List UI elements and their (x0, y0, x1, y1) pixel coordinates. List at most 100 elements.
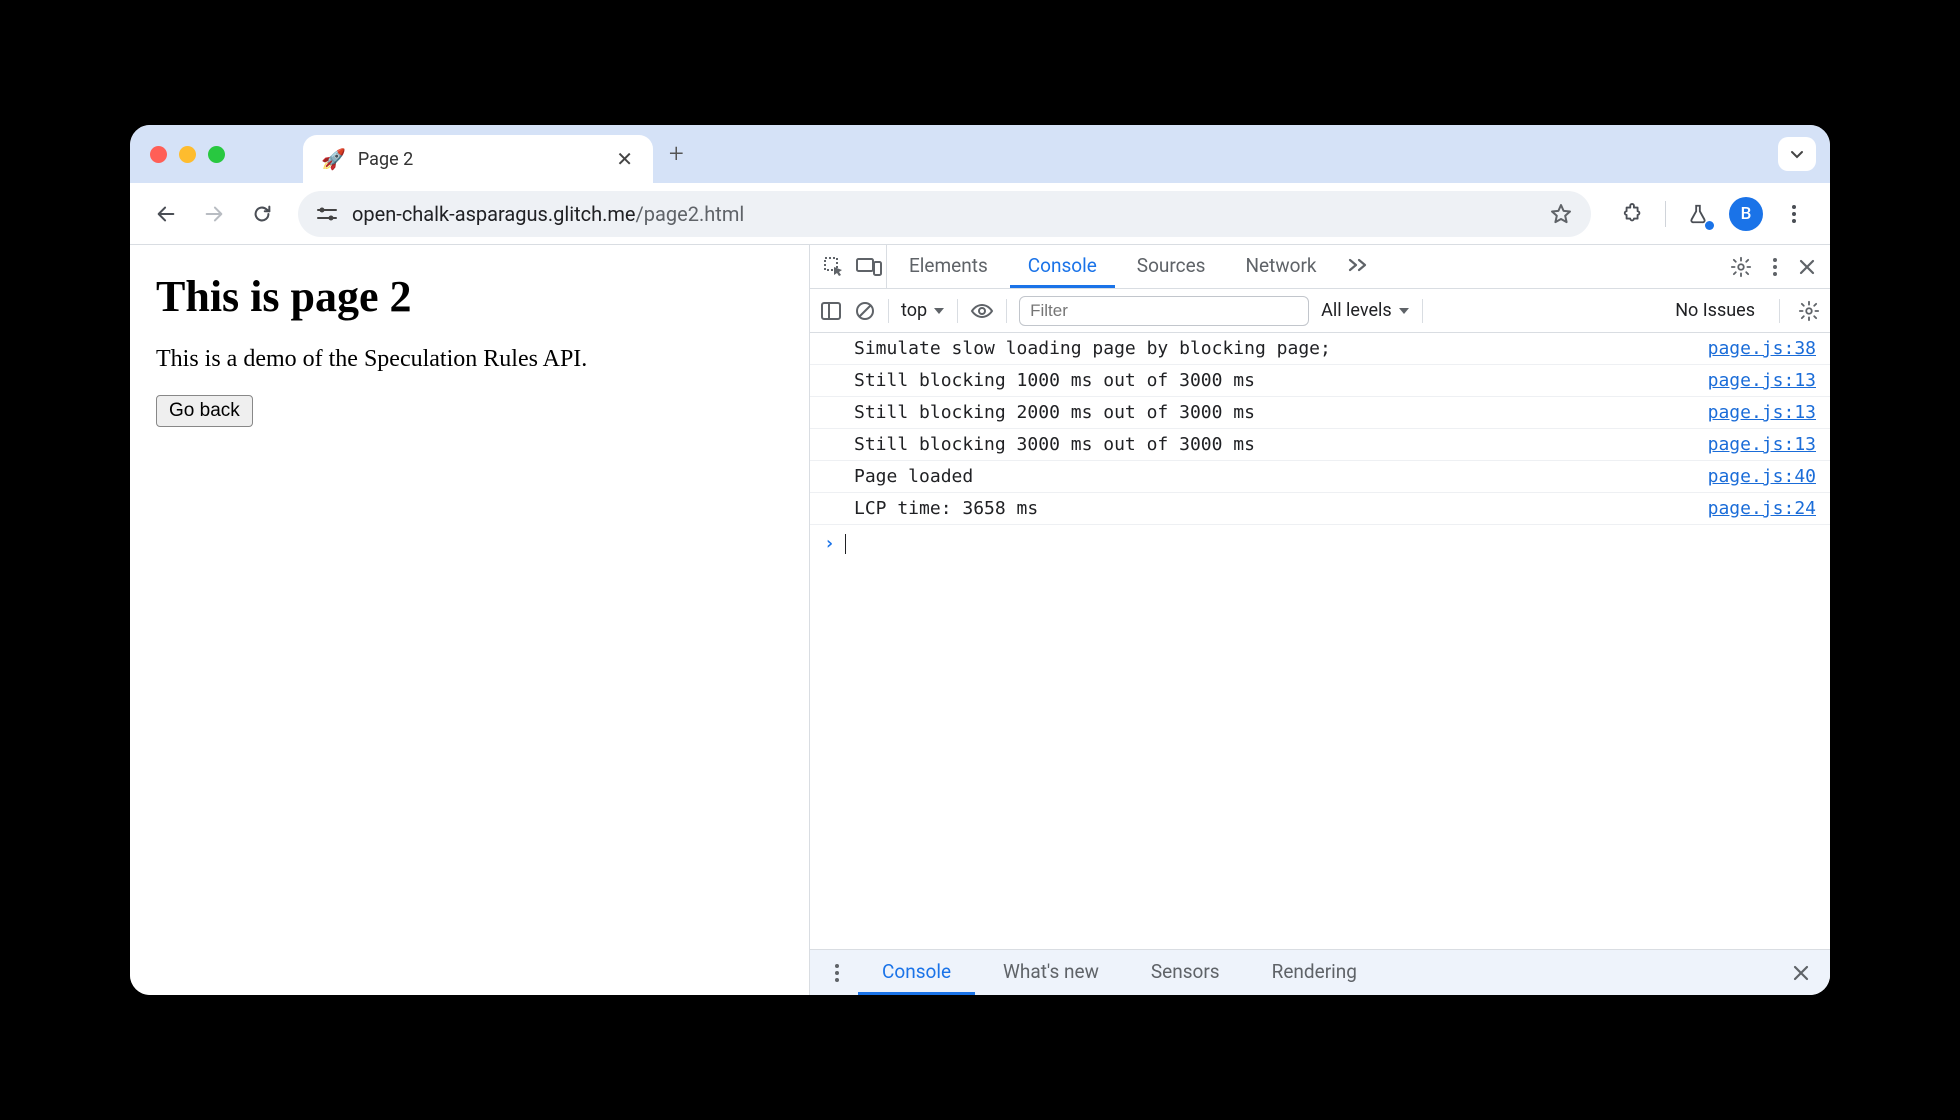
devices-icon (856, 256, 882, 278)
go-back-button[interactable]: Go back (156, 395, 253, 427)
address-bar[interactable]: open-chalk-asparagus.glitch.me/page2.htm… (298, 191, 1591, 237)
issues-count[interactable]: No Issues (1675, 300, 1755, 321)
log-message: Still blocking 2000 ms out of 3000 ms (854, 402, 1708, 423)
more-tabs-button[interactable] (1339, 245, 1377, 288)
log-message: LCP time: 3658 ms (854, 498, 1708, 519)
tab-search-button[interactable] (1778, 137, 1816, 171)
drawer-tab-whats-new[interactable]: What's new (979, 950, 1123, 995)
log-source-link[interactable]: page.js:13 (1708, 402, 1816, 423)
log-row: Page loadedpage.js:40 (810, 461, 1830, 493)
devtools-drawer: Console What's new Sensors Rendering (810, 949, 1830, 995)
content-area: This is page 2 This is a demo of the Spe… (130, 245, 1830, 995)
tab-strip: 🚀 Page 2 ✕ + (130, 125, 1830, 183)
log-levels-selector[interactable]: All levels (1321, 300, 1410, 321)
log-source-link[interactable]: page.js:40 (1708, 466, 1816, 487)
close-tab-button[interactable]: ✕ (610, 147, 639, 171)
tab-favicon-icon: 🚀 (321, 147, 346, 171)
tab-sources[interactable]: Sources (1119, 245, 1224, 288)
reload-icon (251, 203, 273, 225)
console-filter-input[interactable] (1019, 296, 1309, 326)
tab-title: Page 2 (358, 149, 598, 170)
site-settings-icon[interactable] (316, 205, 338, 223)
devtools-close-button[interactable] (1798, 258, 1816, 276)
log-message: Still blocking 3000 ms out of 3000 ms (854, 434, 1708, 455)
log-source-link[interactable]: page.js:13 (1708, 434, 1816, 455)
devtools-panel: Elements Console Sources Network (810, 245, 1830, 995)
log-message: Simulate slow loading page by blocking p… (854, 338, 1708, 359)
console-sidebar-toggle[interactable] (820, 301, 842, 321)
drawer-menu-button[interactable] (820, 963, 854, 983)
devtools-menu-button[interactable] (1766, 257, 1784, 277)
console-prompt[interactable]: › (810, 525, 1830, 562)
profile-button[interactable]: B (1724, 192, 1768, 236)
log-message: Page loaded (854, 466, 1708, 487)
gear-icon (1730, 256, 1752, 278)
page-description: This is a demo of the Speculation Rules … (156, 346, 783, 373)
log-source-link[interactable]: page.js:38 (1708, 338, 1816, 359)
log-row: LCP time: 3658 mspage.js:24 (810, 493, 1830, 525)
close-window-button[interactable] (150, 146, 167, 163)
browser-toolbar: open-chalk-asparagus.glitch.me/page2.htm… (130, 183, 1830, 245)
kebab-icon (1766, 257, 1784, 277)
url-text: open-chalk-asparagus.glitch.me/page2.htm… (352, 202, 744, 226)
extensions-button[interactable] (1611, 192, 1655, 236)
drawer-tab-console[interactable]: Console (858, 950, 975, 995)
arrow-right-icon (203, 203, 225, 225)
close-icon (1798, 258, 1816, 276)
inspect-element-button[interactable] (822, 255, 846, 279)
ban-icon (854, 300, 876, 322)
log-source-link[interactable]: page.js:24 (1708, 498, 1816, 519)
puzzle-icon (1622, 203, 1644, 225)
browser-tab[interactable]: 🚀 Page 2 ✕ (303, 135, 653, 183)
arrow-left-icon (155, 203, 177, 225)
chevron-down-icon (1789, 146, 1805, 162)
toolbar-divider (1665, 201, 1666, 227)
forward-button[interactable] (192, 192, 236, 236)
star-icon (1549, 202, 1573, 226)
console-settings-button[interactable] (1792, 300, 1820, 322)
new-tab-button[interactable]: + (653, 139, 700, 169)
tab-console[interactable]: Console (1010, 245, 1115, 288)
log-message: Still blocking 1000 ms out of 3000 ms (854, 370, 1708, 391)
page-content: This is page 2 This is a demo of the Spe… (130, 245, 810, 995)
triangle-down-icon (933, 306, 945, 316)
browser-window: 🚀 Page 2 ✕ + open-chalk-asparagus.glitch… (130, 125, 1830, 995)
log-source-link[interactable]: page.js:13 (1708, 370, 1816, 391)
log-row: Simulate slow loading page by blocking p… (810, 333, 1830, 365)
drawer-tab-rendering[interactable]: Rendering (1248, 950, 1381, 995)
live-expression-button[interactable] (970, 302, 994, 320)
bookmark-button[interactable] (1549, 202, 1573, 226)
console-log-area: Simulate slow loading page by blocking p… (810, 333, 1830, 949)
clear-console-button[interactable] (854, 300, 876, 322)
tab-elements[interactable]: Elements (891, 245, 1006, 288)
kebab-icon (1784, 204, 1804, 224)
log-row: Still blocking 2000 ms out of 3000 mspag… (810, 397, 1830, 429)
kebab-icon (828, 963, 846, 983)
fullscreen-window-button[interactable] (208, 146, 225, 163)
gear-icon (1798, 300, 1820, 322)
sidebar-icon (820, 301, 842, 321)
tab-network[interactable]: Network (1227, 245, 1334, 288)
drawer-tab-sensors[interactable]: Sensors (1127, 950, 1244, 995)
reload-button[interactable] (240, 192, 284, 236)
execution-context-selector[interactable]: top (901, 300, 945, 321)
eye-icon (970, 302, 994, 320)
back-button[interactable] (144, 192, 188, 236)
close-icon (1792, 964, 1810, 982)
drawer-close-button[interactable] (1782, 964, 1820, 982)
inspect-icon (822, 255, 846, 279)
window-controls (140, 146, 243, 163)
chevron-right-icon: › (824, 533, 835, 554)
chrome-menu-button[interactable] (1772, 192, 1816, 236)
labs-button[interactable] (1676, 192, 1720, 236)
text-cursor (845, 534, 846, 554)
devtools-tabbar: Elements Console Sources Network (810, 245, 1830, 289)
toolbar-right: B (1605, 192, 1816, 236)
console-filterbar: top All levels No Issues (810, 289, 1830, 333)
chevrons-right-icon (1347, 257, 1369, 273)
minimize-window-button[interactable] (179, 146, 196, 163)
log-row: Still blocking 1000 ms out of 3000 mspag… (810, 365, 1830, 397)
device-toolbar-button[interactable] (856, 256, 882, 278)
page-heading: This is page 2 (156, 271, 783, 322)
devtools-settings-button[interactable] (1730, 256, 1752, 278)
